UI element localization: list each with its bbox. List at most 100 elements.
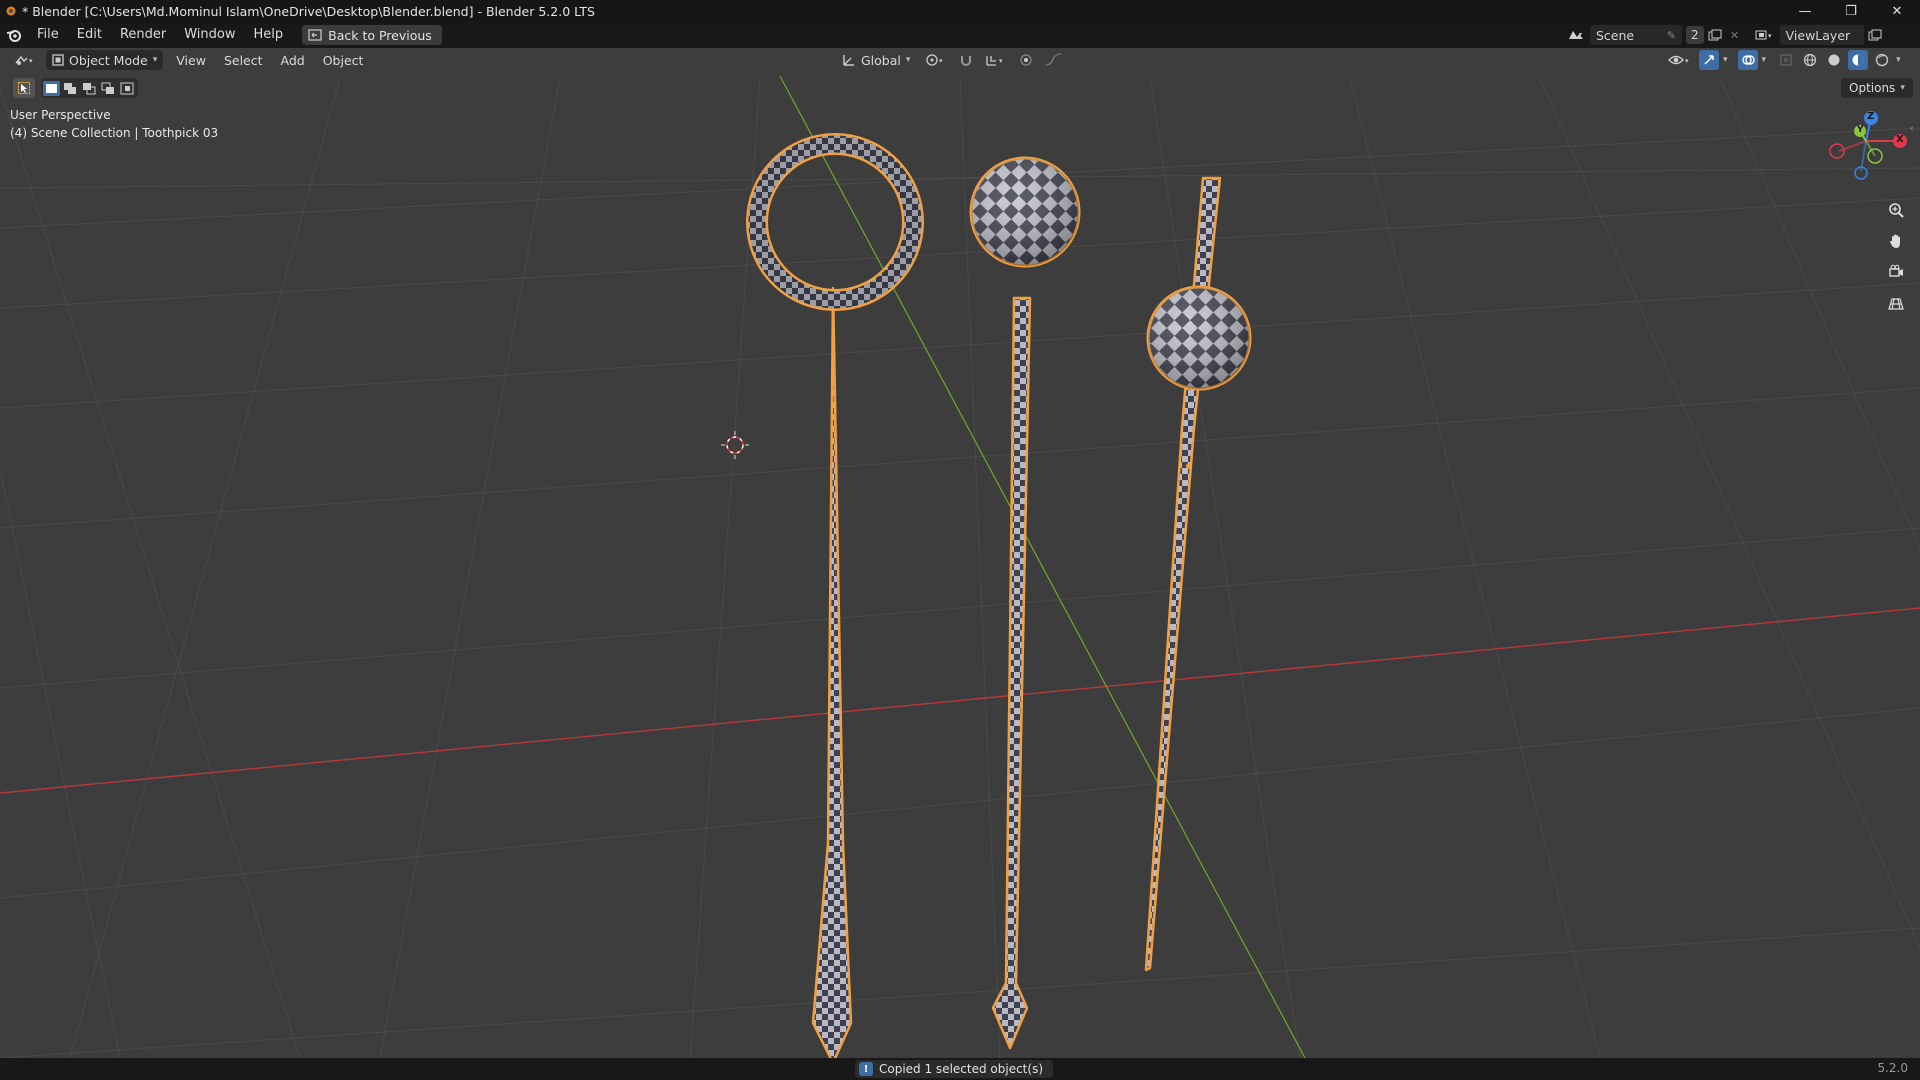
vp-menu-select[interactable]: Select bbox=[215, 53, 272, 68]
svg-text:▾: ▾ bbox=[29, 57, 33, 65]
chevron-down-icon[interactable]: ▾ bbox=[1723, 55, 1728, 65]
orientation-label: Global bbox=[861, 52, 901, 68]
window-controls: — ❐ ✕ bbox=[1782, 0, 1920, 22]
gizmo-x-label[interactable]: X bbox=[1896, 134, 1904, 145]
mode-label: Object Mode bbox=[69, 52, 148, 68]
pan-hand-icon[interactable] bbox=[1884, 230, 1908, 252]
chevron-down-icon[interactable]: ▾ bbox=[1762, 55, 1767, 65]
vp-menu-view[interactable]: View bbox=[167, 53, 215, 68]
toothpick-ring bbox=[746, 133, 924, 1058]
select-intersect-icon[interactable] bbox=[119, 81, 136, 96]
menu-window[interactable]: Window bbox=[175, 22, 244, 48]
svg-text:▾: ▾ bbox=[1768, 32, 1772, 40]
mode-dropdown[interactable]: Object Mode ▾ bbox=[46, 50, 164, 70]
chevron-down-icon: ▾ bbox=[905, 55, 911, 65]
chevron-down-icon[interactable]: ▾ bbox=[1896, 55, 1901, 65]
title-bar: * Blender [C:\Users\Md.Mominul Islam\One… bbox=[0, 0, 1920, 22]
shading-wireframe-icon[interactable] bbox=[1800, 50, 1820, 70]
xray-toggle-icon[interactable] bbox=[1776, 50, 1796, 70]
options-label: Options bbox=[1849, 81, 1896, 95]
viewport-display-controls: ▾ ▾ ▾ ▾ bbox=[1665, 50, 1901, 70]
blender-app-icon bbox=[6, 6, 16, 16]
transform-tools: Global ▾ ▾ ▾ bbox=[836, 50, 1066, 70]
shading-material-icon[interactable] bbox=[1848, 50, 1869, 70]
select-extend-icon[interactable] bbox=[62, 81, 79, 96]
minimize-button[interactable]: — bbox=[1782, 0, 1828, 22]
top-menu-bar: File Edit Render Window Help Back to Pre… bbox=[0, 22, 1920, 48]
window-title: * Blender [C:\Users\Md.Mominul Islam\One… bbox=[22, 3, 595, 19]
select-new-icon[interactable] bbox=[43, 80, 60, 96]
menu-help[interactable]: Help bbox=[245, 22, 293, 48]
svg-text:▾: ▾ bbox=[999, 57, 1003, 65]
snap-target-icon[interactable]: ▾ bbox=[982, 50, 1010, 70]
menu-render[interactable]: Render bbox=[111, 22, 175, 48]
status-bar: ! Copied 1 selected object(s) 5.2.0 bbox=[0, 1058, 1920, 1080]
viewport-navigation-buttons bbox=[1884, 199, 1908, 314]
options-dropdown[interactable]: Options ▾ bbox=[1841, 78, 1913, 98]
back-to-previous-button[interactable]: Back to Previous bbox=[302, 25, 442, 45]
toothpick-ball bbox=[969, 156, 1081, 1050]
select-box-tool-icon[interactable] bbox=[13, 78, 35, 98]
grid-floor bbox=[0, 77, 1920, 1058]
falloff-icon[interactable] bbox=[1042, 50, 1066, 70]
scene-selector: ▾ Scene ✎ 2 ✕ ▾ ViewLayer bbox=[1562, 25, 1886, 45]
perspective-ortho-icon[interactable] bbox=[1884, 292, 1908, 314]
svg-text:▾: ▾ bbox=[939, 57, 943, 65]
scene-icon[interactable]: ▾ bbox=[1562, 25, 1590, 45]
3d-cursor bbox=[721, 431, 749, 459]
shading-solid-icon[interactable] bbox=[1824, 50, 1844, 70]
toothpick-mid-ball bbox=[1144, 176, 1252, 972]
view-layer-field[interactable]: ViewLayer bbox=[1779, 25, 1864, 45]
orientation-dropdown[interactable]: Global ▾ bbox=[836, 50, 916, 70]
pivot-point-icon[interactable]: ▾ bbox=[922, 50, 950, 70]
visibility-icon[interactable]: ▾ bbox=[1665, 50, 1695, 70]
close-button[interactable]: ✕ bbox=[1874, 0, 1920, 22]
maximize-button[interactable]: ❐ bbox=[1828, 0, 1874, 22]
zoom-icon[interactable] bbox=[1884, 199, 1908, 221]
new-scene-icon[interactable] bbox=[1704, 25, 1726, 45]
vp-menu-object[interactable]: Object bbox=[314, 53, 373, 68]
pin-icon[interactable]: ✎ bbox=[1667, 29, 1676, 42]
status-message-text: Copied 1 selected object(s) bbox=[879, 1062, 1043, 1076]
editor-type-icon[interactable]: ▾ bbox=[10, 50, 40, 70]
viewport-header: ▾ Object Mode ▾ View Select Add Object G… bbox=[0, 48, 1920, 72]
status-message: ! Copied 1 selected object(s) bbox=[855, 1060, 1053, 1078]
gizmo-toggle-icon[interactable] bbox=[1699, 50, 1719, 70]
menu-edit[interactable]: Edit bbox=[68, 22, 111, 48]
sidebar-toggle-icon[interactable]: ‹ bbox=[1910, 124, 1914, 134]
delete-scene-icon[interactable]: ✕ bbox=[1726, 29, 1744, 42]
back-to-previous-label: Back to Previous bbox=[328, 27, 432, 43]
chevron-down-icon: ▾ bbox=[1900, 83, 1905, 93]
vp-menu-add[interactable]: Add bbox=[272, 53, 314, 68]
info-icon: ! bbox=[859, 1062, 873, 1076]
gizmo-y-label[interactable]: Y bbox=[1857, 125, 1864, 135]
view-perspective-label: User Perspective bbox=[10, 108, 111, 122]
orientation-icon bbox=[843, 55, 854, 66]
scene-name: Scene bbox=[1596, 27, 1635, 43]
svg-text:▾: ▾ bbox=[1579, 31, 1582, 38]
snap-toggle-icon[interactable] bbox=[956, 50, 976, 70]
new-view-layer-icon[interactable] bbox=[1864, 25, 1886, 45]
view-layer-icon[interactable]: ▾ bbox=[1750, 25, 1780, 45]
select-invert-icon[interactable] bbox=[100, 81, 117, 96]
chevron-down-icon: ▾ bbox=[152, 55, 158, 65]
fullscreen-back-icon bbox=[308, 29, 322, 41]
overlay-toggle-icon[interactable] bbox=[1737, 50, 1758, 70]
shading-rendered-icon[interactable] bbox=[1872, 50, 1892, 70]
menu-file[interactable]: File bbox=[28, 22, 68, 48]
3d-viewport[interactable]: X Z Y bbox=[0, 48, 1920, 1058]
camera-view-icon[interactable] bbox=[1884, 261, 1908, 283]
view-layer-name: ViewLayer bbox=[1785, 27, 1851, 43]
selection-mode-group bbox=[41, 78, 138, 98]
collection-info-label: (4) Scene Collection | Toothpick 03 bbox=[10, 126, 219, 140]
scene-name-field[interactable]: Scene ✎ bbox=[1590, 25, 1682, 45]
object-mode-icon bbox=[52, 54, 64, 66]
proportional-editing-icon[interactable] bbox=[1016, 50, 1036, 70]
blender-logo-icon[interactable] bbox=[0, 22, 28, 48]
svg-text:▾: ▾ bbox=[1685, 57, 1689, 65]
select-subtract-icon[interactable] bbox=[81, 81, 98, 96]
viewport-scene bbox=[0, 75, 1920, 1058]
version-label: 5.2.0 bbox=[1877, 1061, 1908, 1075]
gizmo-z-label[interactable]: Z bbox=[1867, 111, 1874, 122]
scene-users-count: 2 bbox=[1686, 26, 1704, 44]
